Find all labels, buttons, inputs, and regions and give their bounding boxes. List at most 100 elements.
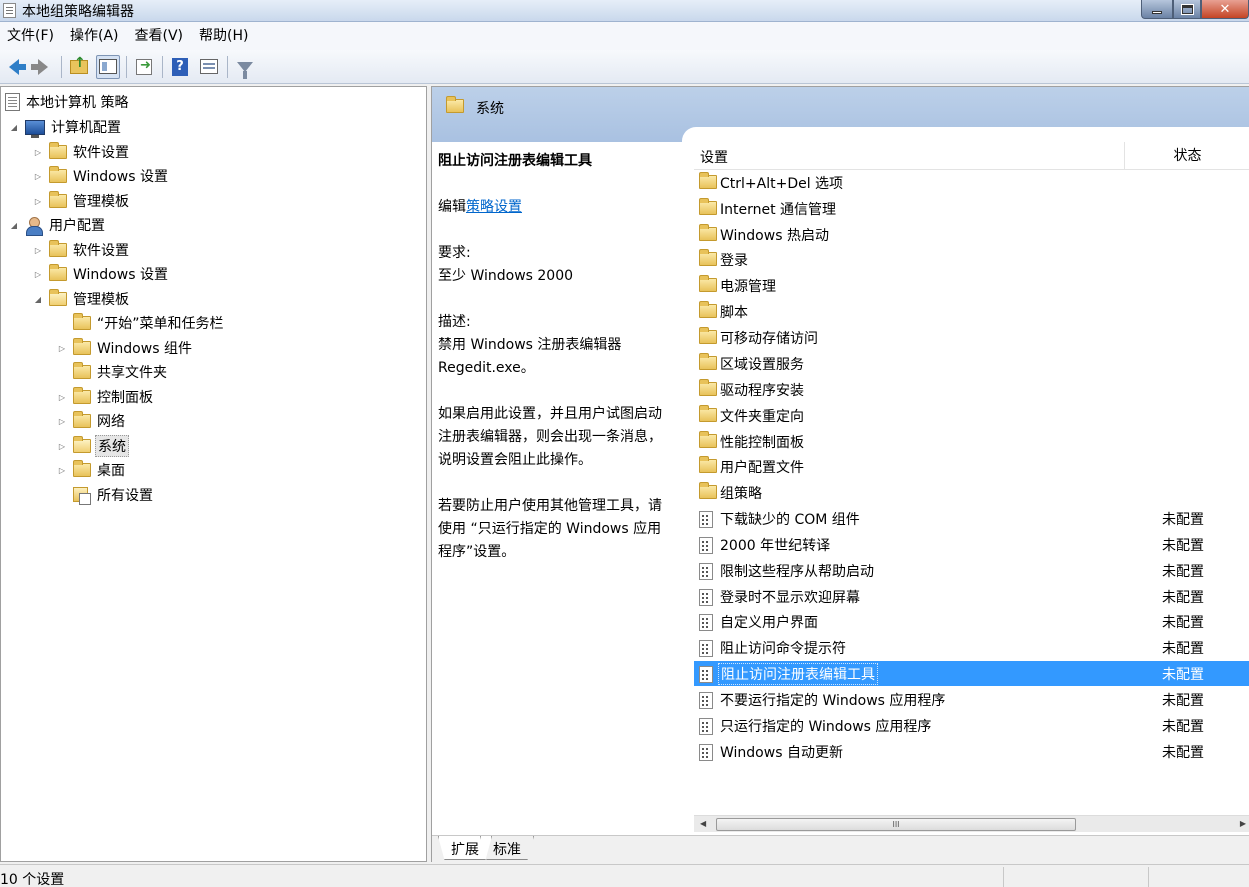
collapse-icon[interactable]: ◢ — [33, 294, 43, 304]
list-item-folder[interactable]: Ctrl+Alt+Del 选项 — [694, 170, 1249, 195]
tree-item-win-components[interactable]: ▷ Windows 组件 — [57, 337, 192, 359]
collapse-icon[interactable]: ◢ — [9, 220, 19, 230]
expand-icon[interactable]: ▷ — [57, 441, 67, 451]
scroll-thumb[interactable]: III — [716, 818, 1076, 831]
toolbar-separator — [61, 55, 62, 78]
expand-icon[interactable]: ▷ — [33, 147, 43, 157]
description-text: 说明设置会阻止此操作。 — [438, 452, 592, 468]
tree-item-cc-admin[interactable]: ▷ 管理模板 — [33, 190, 129, 212]
folder-icon — [699, 353, 717, 370]
tree-item-system[interactable]: ▷ 系统 — [57, 435, 129, 457]
list-item-policy[interactable]: 下载缺少的 COM 组件 未配置 — [694, 506, 1249, 531]
tree-item-desktop[interactable]: ▷ 桌面 — [57, 459, 125, 481]
list-item-folder[interactable]: 区域设置服务 — [694, 351, 1249, 376]
list-item-policy[interactable]: 阻止访问命令提示符 未配置 — [694, 635, 1249, 660]
item-name: 阻止访问注册表编辑工具 — [718, 663, 878, 685]
item-state: 未配置 — [1162, 641, 1204, 657]
folder-icon — [699, 405, 717, 422]
tree-item-shared-folders[interactable]: 共享文件夹 — [73, 361, 167, 383]
menu-action[interactable]: 操作(A) — [62, 22, 127, 50]
menu-view[interactable]: 查看(V) — [127, 22, 192, 50]
expand-icon[interactable]: ▷ — [57, 465, 67, 475]
properties-button[interactable] — [197, 55, 221, 79]
edit-policy-link[interactable]: 策略设置 — [466, 199, 522, 215]
expand-icon[interactable]: ▷ — [33, 245, 43, 255]
filter-button[interactable] — [233, 55, 257, 79]
list-item-folder[interactable]: 性能控制面板 — [694, 429, 1249, 454]
list-item-policy[interactable]: Windows 自动更新 未配置 — [694, 739, 1249, 764]
open-folder-icon — [49, 289, 67, 306]
view-tabs: 扩展 标准 — [432, 835, 1249, 863]
tree-item-cc-windows[interactable]: ▷ Windows 设置 — [33, 165, 168, 187]
list-item-folder[interactable]: 驱动程序安装 — [694, 377, 1249, 402]
list-item-policy[interactable]: 限制这些程序从帮助启动 未配置 — [694, 558, 1249, 583]
list-item-folder[interactable]: 用户配置文件 — [694, 454, 1249, 479]
list-item-folder[interactable]: 登录 — [694, 247, 1249, 272]
tree-item-uc-software[interactable]: ▷ 软件设置 — [33, 239, 129, 261]
item-state: 未配置 — [1162, 564, 1204, 580]
collapse-icon[interactable]: ◢ — [9, 122, 19, 132]
tree-item-cc-software[interactable]: ▷ 软件设置 — [33, 141, 129, 163]
gpedit-app-icon — [3, 3, 16, 18]
tree-item-computer-config[interactable]: ◢ 计算机配置 — [9, 116, 121, 138]
tree-item-user-config[interactable]: ◢ 用户配置 — [9, 214, 105, 236]
scroll-left-icon[interactable]: ◀ — [700, 819, 706, 828]
minimize-button[interactable] — [1141, 0, 1173, 19]
list-item-policy[interactable]: 只运行指定的 Windows 应用程序 未配置 — [694, 713, 1249, 738]
column-state[interactable]: 状态 — [1124, 142, 1249, 170]
list-item-policy[interactable]: 2000 年世纪转译 未配置 — [694, 532, 1249, 557]
export-list-button[interactable] — [132, 55, 156, 79]
edit-line: 编辑策略设置 — [438, 196, 676, 219]
tree-item-network[interactable]: ▷ 网络 — [57, 410, 125, 432]
item-state: 未配置 — [1162, 615, 1204, 631]
expand-icon[interactable]: ▷ — [33, 171, 43, 181]
tab-standard[interactable]: 标准 — [480, 836, 534, 860]
list-item-policy-selected[interactable]: 阻止访问注册表编辑工具 未配置 — [694, 661, 1249, 686]
list-item-folder[interactable]: 可移动存储访问 — [694, 325, 1249, 350]
list-item-folder[interactable]: Internet 通信管理 — [694, 196, 1249, 221]
status-divider — [1148, 867, 1149, 887]
tree-item-root[interactable]: 本地计算机 策略 — [5, 91, 128, 113]
menu-file[interactable]: 文件(F) — [0, 22, 62, 50]
folder-icon — [699, 482, 717, 499]
expand-icon[interactable]: ▷ — [57, 392, 67, 402]
edit-prefix: 编辑 — [438, 199, 466, 215]
expand-icon[interactable]: ▷ — [57, 416, 67, 426]
list-item-policy[interactable]: 自定义用户界面 未配置 — [694, 609, 1249, 634]
list-item-folder[interactable]: 脚本 — [694, 299, 1249, 324]
list-item-policy[interactable]: 登录时不显示欢迎屏幕 未配置 — [694, 584, 1249, 609]
back-button[interactable] — [2, 55, 26, 79]
scroll-right-icon[interactable]: ▶ — [1240, 819, 1246, 828]
close-button[interactable]: ✕ — [1201, 0, 1249, 19]
menu-help[interactable]: 帮助(H) — [191, 22, 256, 50]
expand-icon[interactable]: ▷ — [33, 269, 43, 279]
list-item-folder[interactable]: 电源管理 — [694, 273, 1249, 298]
list-item-folder[interactable]: 文件夹重定向 — [694, 403, 1249, 428]
help-button[interactable]: ? — [168, 55, 192, 79]
column-setting[interactable]: 设置 — [700, 147, 728, 167]
tree-item-all-settings[interactable]: 所有设置 — [73, 484, 153, 506]
maximize-button[interactable] — [1173, 0, 1201, 19]
list-item-folder[interactable]: Windows 热启动 — [694, 222, 1249, 247]
forward-button[interactable] — [31, 55, 55, 79]
tree-item-control-panel[interactable]: ▷ 控制面板 — [57, 386, 153, 408]
show-tree-button[interactable] — [96, 54, 120, 79]
folder-icon — [73, 338, 91, 355]
policy-setting-icon — [699, 640, 713, 657]
tree-item-uc-admin[interactable]: ◢ 管理模板 — [33, 288, 129, 310]
item-state: 未配置 — [1162, 693, 1204, 709]
menu-bar: 文件(F) 操作(A) 查看(V) 帮助(H) — [0, 22, 1249, 50]
list-item-policy[interactable]: 不要运行指定的 Windows 应用程序 未配置 — [694, 687, 1249, 712]
expand-icon[interactable]: ▷ — [57, 343, 67, 353]
list-item-folder[interactable]: 组策略 — [694, 480, 1249, 505]
folder-icon — [49, 166, 67, 183]
tree-item-start-menu[interactable]: “开始”菜单和任务栏 — [73, 312, 224, 334]
up-level-button[interactable] — [67, 55, 91, 79]
item-state: 未配置 — [1162, 719, 1204, 735]
status-bar: 10 个设置 — [0, 864, 1249, 887]
tree-item-uc-windows[interactable]: ▷ Windows 设置 — [33, 263, 168, 285]
expand-icon[interactable]: ▷ — [33, 196, 43, 206]
item-name: Windows 热启动 — [720, 228, 829, 244]
tree-label: 计算机配置 — [51, 120, 121, 136]
horizontal-scrollbar[interactable]: ◀ III ▶ — [694, 815, 1249, 832]
